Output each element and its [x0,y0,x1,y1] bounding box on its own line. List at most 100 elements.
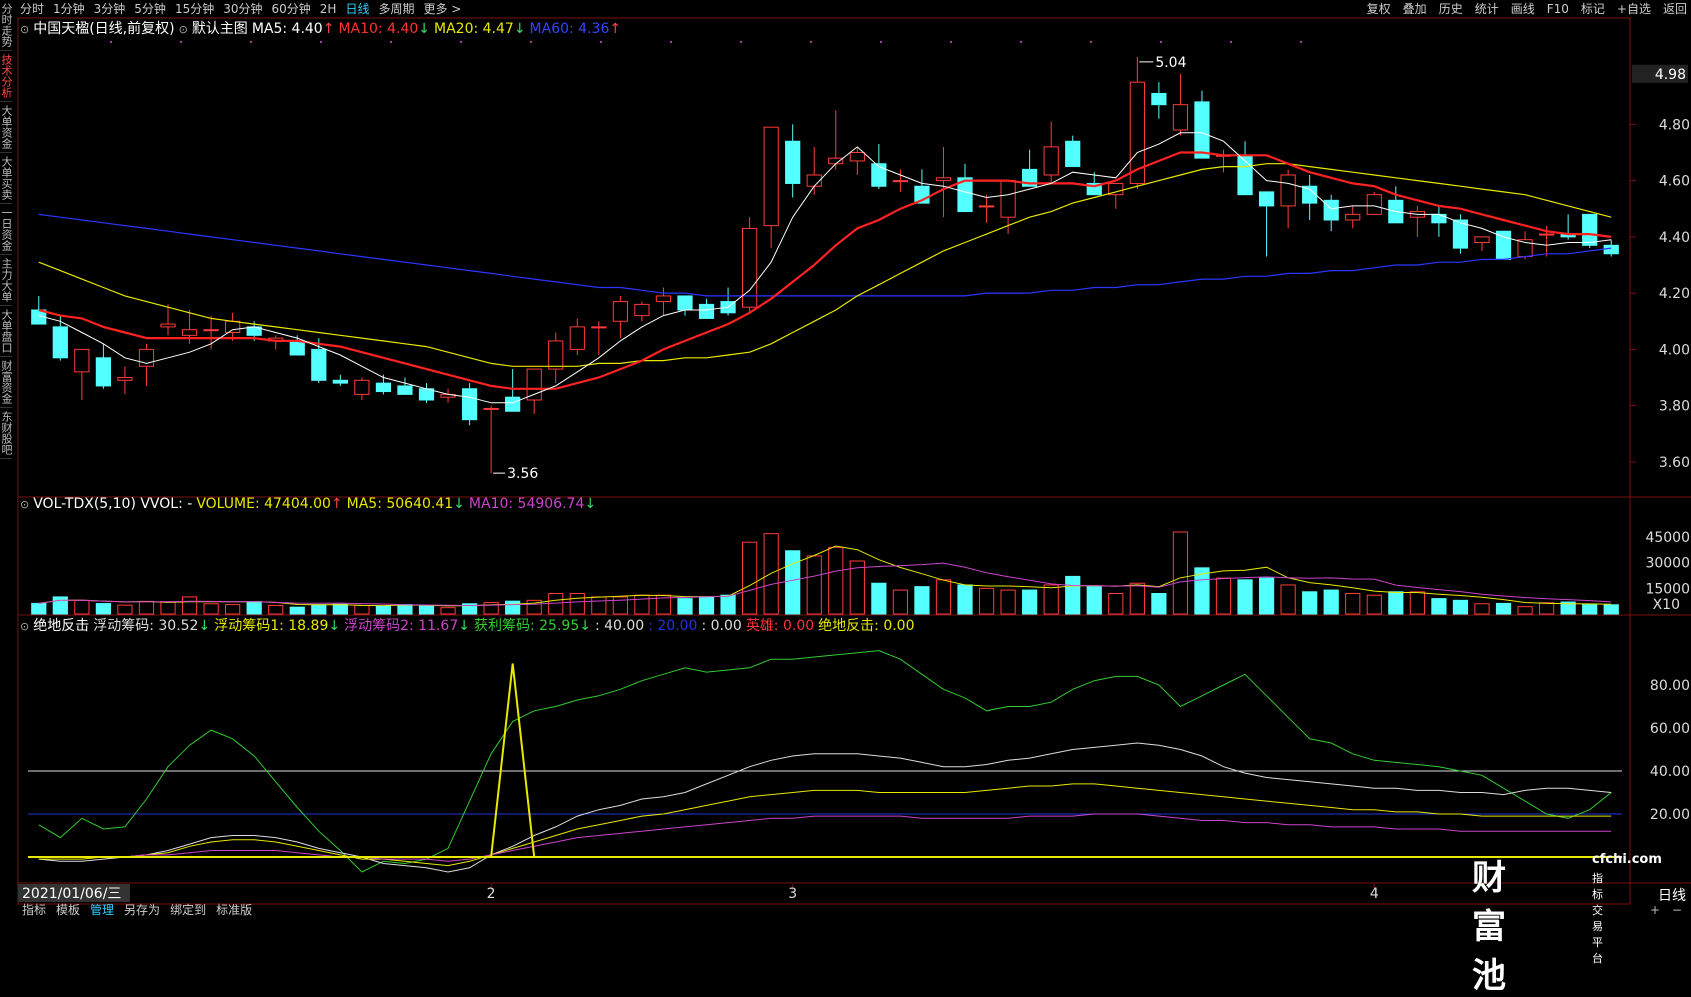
candle-body [225,320,241,333]
volume-bar [375,605,392,615]
candle-body [763,126,779,227]
volume-bar [311,604,327,615]
legend-value: 英雄: 0.00 [745,618,815,634]
status-tab-4[interactable]: 绑定到 [170,901,206,918]
collapse-icon[interactable]: ⊙ [20,498,29,511]
candle-body [785,140,801,184]
volume-bar [31,602,47,615]
legend-item: 浮动筹码: 30.52↓ [93,618,210,634]
status-tab-3[interactable]: 另存为 [124,901,160,918]
volume-bar [1000,589,1016,615]
indicator-tick-label: 80.00 [1650,678,1690,694]
legend-item: MA5: 50640.41↓ [347,496,465,512]
volume-bar [1086,586,1102,615]
volume-bar [332,603,348,615]
candle-body [1431,213,1447,224]
candle-body [677,295,693,311]
volume-bar [181,596,198,615]
marker-dot [460,41,462,43]
chart-canvas[interactable]: 5.04 3.56 4.80 4.60 4.40 4.20 4.00 3.80 3.60 4.98… [0,0,1691,918]
status-tab-2[interactable]: 管理 [90,901,114,918]
price-tick-label: 4.80 [1659,117,1690,133]
candle-body [311,348,327,381]
candle-body [591,326,607,329]
status-tab-1[interactable]: 模板 [56,901,80,918]
collapse-icon[interactable]: ⊙ [20,23,29,36]
marker-dot [740,41,742,43]
candle-body [203,329,219,332]
status-tab-5[interactable]: 标准版 [216,901,252,918]
volume-bar [397,604,413,615]
price-tick-label: 3.80 [1659,399,1690,415]
candle-body [289,340,305,356]
volume-bar [418,605,435,615]
volume-bar [1323,589,1339,615]
legend-value: 获利筹码: 25.95 [473,618,580,634]
marker-dot [810,41,812,43]
marker-dot [390,41,392,43]
marker-dot [950,41,952,43]
low-price-label: 3.56 [507,466,538,482]
candle-body [1000,180,1016,218]
volume-bar [785,550,801,615]
volume-bar [591,596,607,615]
marker-dot [600,41,602,43]
volume-bar [1108,592,1124,615]
candle-body [483,407,499,410]
marker-dot [1230,41,1232,43]
legend-value: MA20: 4.47 [434,21,514,37]
candle-body [634,303,650,317]
legend-mode[interactable]: 默认主图 [192,21,248,37]
candle-body [1345,213,1361,221]
volume-bar [74,599,90,615]
volume-bar [935,579,952,615]
collapse-icon[interactable]: ⊙ [179,23,188,36]
candle-body [892,180,909,183]
indicator-tick-label: 20.00 [1650,807,1690,823]
legend-title: 中国天楹(日线,前复权) [33,21,175,37]
price-tick-label: 4.60 [1659,174,1690,190]
indicator-tick-label: 40.00 [1650,764,1690,780]
volume-bar [268,604,284,615]
current-price-label: 4.98 [1655,67,1686,83]
indicator-line [38,650,1612,873]
volume-bar [1237,579,1253,615]
marker-dot [180,41,182,43]
candle-body [1194,101,1210,159]
candle-body [397,385,413,395]
volume-bar [1517,606,1533,615]
legend-value: : 20.00 [648,618,698,634]
volume-tick-label: 15000 [1645,581,1690,597]
legend-title: 绝地反击 [33,618,90,634]
volume-bar [1302,591,1318,615]
volume-bar [1022,589,1038,615]
indicator-legend: ⊙ 绝地反击 浮动筹码: 30.52↓ 浮动筹码1: 18.89↓ 浮动筹码2: 11.… [20,615,919,635]
candle-body [526,368,542,401]
volume-bar [1495,602,1512,615]
collapse-icon[interactable]: ⊙ [20,620,29,633]
candle-body [117,377,133,381]
legend-value: 绝地反击: 0.00 [818,618,915,634]
candle-body [978,205,995,208]
trend-arrow-icon: ↓ [198,618,211,634]
volume-bar [720,594,736,615]
status-tab-0[interactable]: 指标 [22,901,46,918]
volume-bar [203,603,219,615]
candle-body [1172,104,1189,131]
volume-bar [957,584,973,615]
price-tick-label: 4.20 [1659,286,1690,302]
volume-bar [828,546,844,615]
candle-body [332,379,348,384]
legend-value: : 0.00 [701,618,742,634]
candle-body [354,379,370,395]
volume-bar [1151,592,1167,615]
volume-bar [569,592,585,615]
trend-arrow-icon: ↑ [322,21,335,37]
candle-body [548,340,564,370]
candle-body [871,163,887,187]
candle-body [160,323,176,328]
legend-item: : 20.00 [648,618,697,634]
ma10-line [38,151,1612,390]
marker-dot [670,41,672,43]
volume-bar [1452,599,1469,615]
